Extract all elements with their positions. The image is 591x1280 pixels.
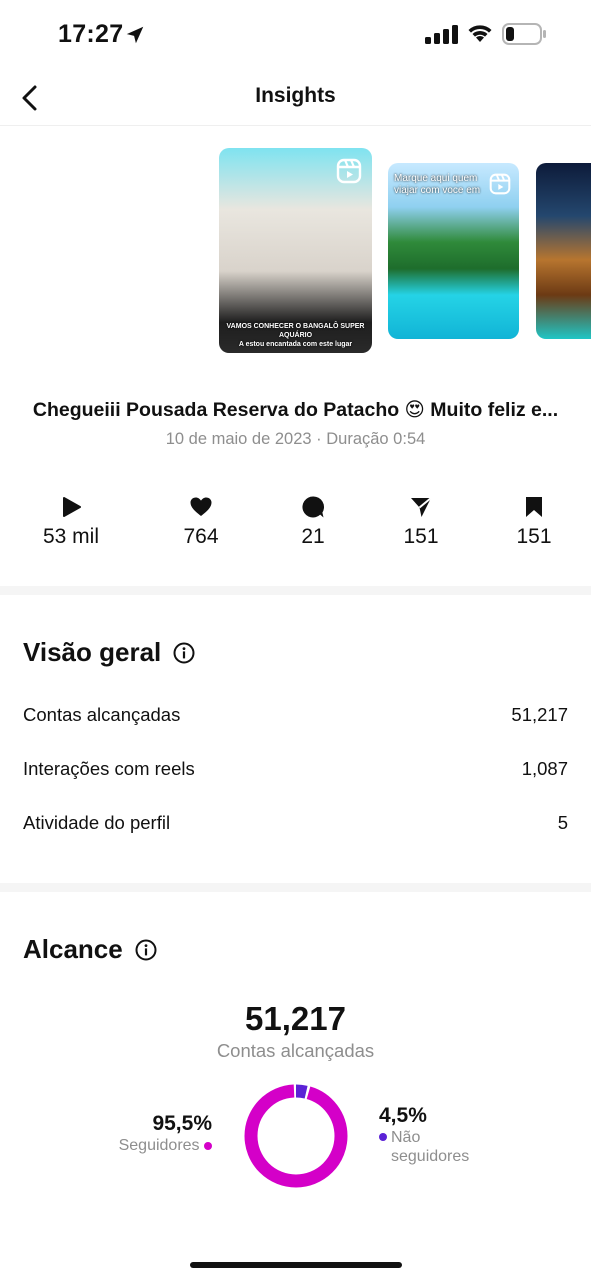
page-title: Insights bbox=[255, 84, 336, 107]
shares-count: 151 bbox=[403, 525, 439, 548]
non-followers-legend: 4,5% Não seguidores bbox=[379, 1104, 499, 1166]
reels-icon bbox=[489, 173, 511, 195]
non-followers-legend-dot bbox=[379, 1133, 387, 1141]
battery-icon bbox=[502, 23, 546, 45]
location-arrow-icon bbox=[126, 26, 144, 44]
cellular-signal-icon bbox=[425, 25, 458, 44]
reels-thumbnail-carousel[interactable]: VAMOS CONHECER O BANGALÔ SUPER AQUÁRIO A… bbox=[0, 130, 591, 370]
reach-total-label: Contas alcançadas bbox=[216, 1040, 375, 1061]
heart-icon bbox=[190, 497, 212, 516]
section-divider bbox=[0, 586, 591, 595]
overview-title: Visão geral bbox=[23, 637, 162, 667]
comments-stat: 21 bbox=[263, 490, 363, 549]
caption-line-2: A estou encantada com este lugar bbox=[238, 341, 353, 348]
reels-icon bbox=[336, 158, 362, 184]
reel-thumbnail[interactable]: Marque aqui quem viajar com voce em bbox=[388, 163, 519, 339]
overview-row-reached-accounts[interactable]: Contas alcançadas 51,217 bbox=[23, 700, 568, 730]
overview-section-title: Visão geral bbox=[23, 637, 195, 668]
reel-thumbnail[interactable] bbox=[536, 163, 591, 339]
send-icon bbox=[411, 497, 432, 517]
section-divider bbox=[0, 883, 591, 892]
followers-legend-dot bbox=[204, 1141, 212, 1150]
reach-section-title: Alcance bbox=[23, 934, 157, 965]
reel-thumbnail-selected[interactable]: VAMOS CONHECER O BANGALÔ SUPER AQUÁRIO A… bbox=[219, 148, 372, 353]
bookmark-icon bbox=[526, 497, 542, 517]
info-icon[interactable] bbox=[173, 642, 195, 664]
likes-count: 764 bbox=[183, 525, 219, 548]
row-label: Interações com reels bbox=[23, 758, 195, 779]
followers-label-row: Seguidores bbox=[100, 1136, 212, 1155]
home-indicator bbox=[190, 1262, 402, 1268]
play-icon bbox=[63, 497, 81, 517]
thumbnail-overlay-text: Marque aqui quem viajar com voce em bbox=[394, 173, 481, 196]
non-followers-label-row: Não seguidores bbox=[379, 1128, 499, 1166]
wifi-icon bbox=[468, 25, 492, 42]
reach-donut-chart bbox=[244, 1084, 348, 1188]
non-followers-percent: 4,5% bbox=[379, 1104, 427, 1127]
plays-count: 53 mil bbox=[42, 525, 100, 548]
shares-stat: 151 bbox=[371, 490, 471, 549]
overview-row-reel-interactions[interactable]: Interações com reels 1,087 bbox=[23, 754, 568, 784]
row-value: 51,217 bbox=[511, 704, 568, 725]
followers-label: Seguidores bbox=[118, 1137, 200, 1154]
post-meta: 10 de maio de 2023 · Duração 0:54 bbox=[165, 430, 426, 448]
followers-legend: 95,5% Seguidores bbox=[100, 1112, 212, 1155]
comments-count: 21 bbox=[301, 525, 325, 548]
header-bar: Insights bbox=[0, 70, 591, 126]
status-time: 17:27 bbox=[58, 20, 124, 48]
post-title: Chegueiii Pousada Reserva do Patacho 😍 M… bbox=[32, 399, 559, 421]
overview-row-profile-activity[interactable]: Atividade do perfil 5 bbox=[23, 808, 568, 838]
comment-icon bbox=[302, 496, 325, 518]
plays-stat: 53 mil bbox=[21, 490, 121, 549]
thumbnail-caption: VAMOS CONHECER O BANGALÔ SUPER AQUÁRIO A… bbox=[223, 322, 368, 349]
status-bar: 17:27 bbox=[0, 0, 591, 70]
non-followers-label-line1: Não bbox=[391, 1129, 421, 1146]
saves-stat: 151 bbox=[484, 490, 584, 549]
row-label: Contas alcançadas bbox=[23, 704, 181, 725]
info-icon[interactable] bbox=[135, 939, 157, 961]
row-value: 1,087 bbox=[521, 758, 568, 779]
followers-percent: 95,5% bbox=[152, 1112, 212, 1135]
reach-total-value: 51,217 bbox=[245, 1000, 346, 1037]
caption-line-1: VAMOS CONHECER O BANGALÔ SUPER AQUÁRIO bbox=[226, 323, 365, 339]
reach-title: Alcance bbox=[23, 934, 123, 964]
engagement-stats: 53 mil 764 21 151 151 bbox=[0, 490, 591, 560]
row-label: Atividade do perfil bbox=[23, 812, 171, 833]
row-value: 5 bbox=[557, 812, 568, 833]
likes-stat: 764 bbox=[151, 490, 251, 549]
saves-count: 151 bbox=[516, 525, 552, 548]
non-followers-label-line2: seguidores bbox=[391, 1148, 470, 1165]
followers-segment bbox=[244, 1084, 348, 1188]
